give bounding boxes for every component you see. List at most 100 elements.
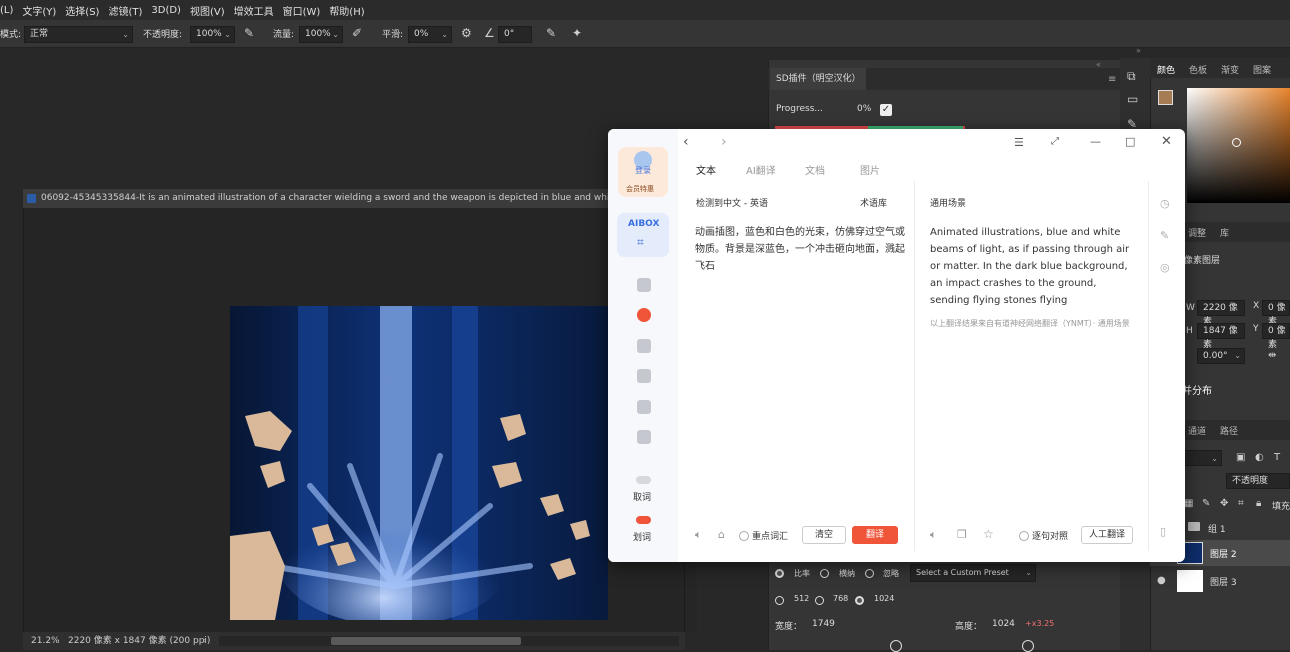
comment-icon[interactable]: ▭ bbox=[1127, 93, 1138, 105]
tab-document[interactable]: 文档 bbox=[805, 162, 825, 177]
basket-icon[interactable]: ⌂ bbox=[718, 528, 725, 541]
size-768-radio[interactable] bbox=[815, 596, 824, 605]
w-input[interactable]: 2220 像素 bbox=[1197, 300, 1245, 327]
height-value[interactable]: 1024 bbox=[992, 619, 1015, 629]
headset-icon[interactable]: ◎ bbox=[1160, 261, 1170, 274]
h-input[interactable]: 1847 像素 bbox=[1197, 323, 1245, 350]
clear-button[interactable]: 清空 bbox=[802, 526, 846, 544]
search-icon[interactable] bbox=[637, 278, 651, 292]
tab-gradients[interactable]: 渐变 bbox=[1221, 63, 1239, 76]
speaker-icon[interactable]: 🔈︎ bbox=[695, 528, 702, 542]
scene-select[interactable]: 通用场景 bbox=[930, 196, 966, 209]
pressure-opacity-icon[interactable]: ✎ bbox=[244, 27, 254, 39]
copy-icon[interactable]: ❐ bbox=[957, 528, 967, 541]
progress-checkbox[interactable]: ✓ bbox=[880, 104, 892, 116]
pen-icon[interactable] bbox=[637, 339, 651, 353]
angle-field[interactable]: 0.00° ⌄ bbox=[1197, 348, 1245, 364]
symmetry-icon[interactable]: ✦ bbox=[572, 27, 582, 39]
expand-icon[interactable]: » bbox=[1136, 46, 1141, 55]
flow-input[interactable]: 100% ⌄ bbox=[299, 26, 343, 43]
layer-opacity-field[interactable]: 不透明度 bbox=[1226, 473, 1290, 489]
source-language-select[interactable]: 检测到中文 - 英语 bbox=[696, 196, 768, 209]
size-512-radio[interactable] bbox=[775, 596, 784, 605]
layer-row-layer3[interactable]: ● 图层 3 bbox=[1150, 568, 1290, 594]
history-icon[interactable]: ◷ bbox=[1160, 197, 1170, 210]
x-input[interactable]: 0 像素 bbox=[1262, 300, 1290, 327]
size-1024-radio[interactable] bbox=[855, 596, 864, 605]
color-picker-cursor[interactable] bbox=[1232, 138, 1241, 147]
tab-text[interactable]: 文本 bbox=[696, 162, 716, 177]
document-info[interactable]: 2220 像素 x 1847 像素 (200 ppi) bbox=[68, 632, 210, 650]
key-vocab-checkbox[interactable] bbox=[739, 531, 749, 541]
glossary-select[interactable]: 术语库 bbox=[860, 196, 887, 209]
menu-item-select[interactable]: 选择(S) bbox=[65, 3, 99, 18]
back-icon[interactable]: ‹ bbox=[683, 134, 689, 150]
login-card[interactable]: 登录 会员特惠 bbox=[618, 147, 668, 197]
close-icon[interactable]: ✕ bbox=[1161, 134, 1172, 149]
star-icon[interactable]: ☆ bbox=[983, 527, 994, 541]
canvas-image[interactable] bbox=[230, 306, 608, 620]
eye-icon[interactable]: ● bbox=[1157, 575, 1166, 587]
note-icon[interactable] bbox=[637, 430, 651, 444]
image-filter-icon[interactable]: ▣ bbox=[1236, 452, 1245, 464]
tab-libraries[interactable]: 库 bbox=[1220, 226, 1229, 239]
tab-paths[interactable]: 路径 bbox=[1220, 424, 1238, 437]
menu-item-help[interactable]: 帮助(H) bbox=[329, 3, 364, 18]
lock-position-icon[interactable]: ✥ bbox=[1220, 498, 1228, 510]
lock-image-icon[interactable]: ✎ bbox=[1202, 498, 1210, 510]
tab-swatches[interactable]: 色板 bbox=[1189, 63, 1207, 76]
gear-icon[interactable]: ⚙ bbox=[461, 27, 472, 39]
chevron-right-icon[interactable]: › bbox=[203, 632, 207, 650]
angle-input[interactable]: 0° bbox=[498, 26, 532, 43]
crop-radio[interactable] bbox=[820, 569, 829, 578]
width-slider-handle[interactable] bbox=[890, 640, 902, 652]
login-label[interactable]: 登录 bbox=[635, 165, 651, 176]
ignore-radio[interactable] bbox=[865, 569, 874, 578]
compare-checkbox[interactable] bbox=[1019, 531, 1029, 541]
height-slider-handle[interactable] bbox=[1022, 640, 1034, 652]
menu-item-window[interactable]: 窗口(W) bbox=[283, 3, 321, 18]
type-filter-icon[interactable]: T bbox=[1274, 452, 1280, 464]
pressure-size-icon[interactable]: ✎ bbox=[546, 27, 556, 39]
preset-select[interactable]: Select a Custom Preset ⌄ bbox=[910, 564, 1036, 582]
menu-item-3d[interactable]: 3D(D) bbox=[151, 5, 181, 16]
tab-patterns[interactable]: 图案 bbox=[1253, 63, 1271, 76]
a-red-icon[interactable] bbox=[637, 308, 651, 322]
menu-item-layer[interactable]: (L) bbox=[0, 5, 13, 16]
flip-horizontal-icon[interactable]: ⇹ bbox=[1268, 350, 1276, 362]
pin-icon[interactable]: ⤢ bbox=[1051, 136, 1059, 147]
result-speaker-icon[interactable]: 🔈︎ bbox=[930, 528, 937, 542]
human-translate-button[interactable]: 人工翻译 bbox=[1081, 526, 1133, 544]
foreground-color-swatch[interactable] bbox=[1158, 90, 1173, 105]
horizontal-scrollbar[interactable] bbox=[219, 636, 679, 646]
zoom-level[interactable]: 21.2% bbox=[31, 632, 60, 650]
lock-artboard-icon[interactable]: ⌗ bbox=[1238, 498, 1244, 510]
menu-item-plugins[interactable]: 增效工具 bbox=[234, 3, 274, 18]
maximize-icon[interactable]: □ bbox=[1125, 135, 1135, 148]
tab-channels[interactable]: 通道 bbox=[1188, 424, 1206, 437]
source-text[interactable]: 动画插图，蓝色和白色的光束，仿佛穿过空气或物质。背景是深蓝色，一个冲击砸向地面，… bbox=[695, 224, 905, 275]
history-icon[interactable]: ⧉ bbox=[1127, 70, 1136, 82]
edit-icon[interactable]: ✎ bbox=[1160, 229, 1169, 242]
lock-all-icon[interactable]: 🔒︎ bbox=[1256, 498, 1261, 510]
document-icon[interactable] bbox=[637, 400, 651, 414]
sidebar-toggle-icon[interactable]: ▯ bbox=[1160, 525, 1166, 538]
aibox-button[interactable]: AIBOX ⌗ bbox=[617, 213, 669, 257]
tab-image[interactable]: 图片 bbox=[860, 162, 880, 177]
tab-color[interactable]: 颜色 bbox=[1157, 63, 1175, 76]
document-tab[interactable]: 06092-45345335844-It is an animated illu… bbox=[23, 189, 610, 208]
select-word-toggle[interactable] bbox=[636, 516, 651, 524]
tab-adjustments[interactable]: 调整 bbox=[1188, 226, 1206, 239]
member-label[interactable]: 会员特惠 bbox=[626, 184, 654, 194]
take-word-toggle[interactable] bbox=[636, 476, 651, 484]
y-input[interactable]: 0 像素 bbox=[1262, 323, 1290, 350]
sd-plugin-tab[interactable]: SD插件（明空汉化） bbox=[770, 68, 866, 90]
result-text[interactable]: Animated illustrations, blue and white b… bbox=[930, 224, 1135, 309]
adjustment-filter-icon[interactable]: ◐ bbox=[1255, 452, 1264, 464]
translate-button[interactable]: 翻译 bbox=[852, 526, 898, 544]
airbrush-icon[interactable]: ✐ bbox=[352, 27, 362, 39]
menu-item-filter[interactable]: 滤镜(T) bbox=[108, 3, 142, 18]
ratio-radio[interactable] bbox=[775, 569, 784, 578]
menu-item-type[interactable]: 文字(Y) bbox=[22, 3, 56, 18]
menu-icon[interactable]: ☰ bbox=[1014, 136, 1024, 149]
